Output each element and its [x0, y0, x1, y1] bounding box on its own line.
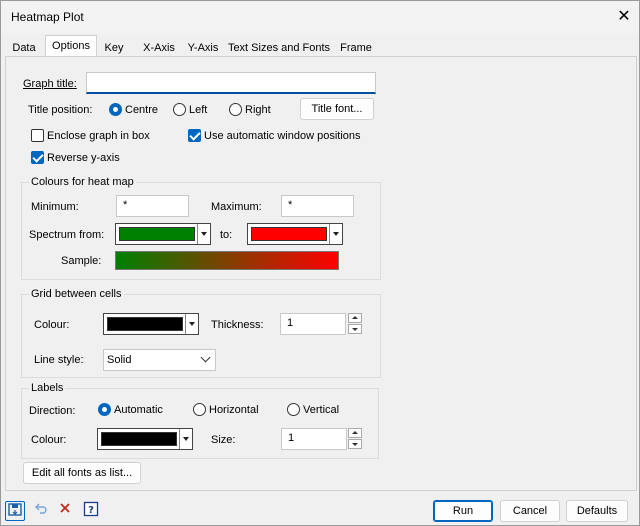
spectrum-to-label: to: [220, 229, 233, 241]
spin-down-icon[interactable] [348, 439, 362, 449]
svg-text:?: ? [88, 505, 94, 516]
direction-vertical-radio[interactable] [287, 403, 300, 416]
tab-frame[interactable]: Frame [337, 38, 375, 57]
auto-window-checkbox[interactable] [188, 129, 201, 142]
reverse-y-label: Reverse y-axis [47, 152, 120, 164]
enclose-graph-label: Enclose graph in box [47, 130, 150, 142]
size-input[interactable]: 1 [281, 428, 347, 450]
direction-horizontal-label: Horizontal [209, 404, 259, 416]
minimum-input[interactable]: * [116, 195, 189, 217]
auto-window-label: Use automatic window positions [204, 130, 361, 142]
defaults-button[interactable]: Defaults [566, 500, 628, 522]
edit-all-fonts-button[interactable]: Edit all fonts as list... [23, 462, 141, 484]
spectrum-to-picker[interactable] [247, 223, 343, 245]
clear-icon[interactable] [55, 501, 75, 521]
chevron-down-icon[interactable] [185, 314, 198, 334]
position-left-label: Left [189, 104, 208, 116]
enclose-graph-checkbox[interactable] [31, 129, 44, 142]
grid-colour-picker[interactable] [103, 313, 199, 335]
dialog-window: Heatmap Plot ✕ Data Options Key X-Axis Y… [0, 0, 640, 526]
tab-y-axis[interactable]: Y-Axis [183, 38, 223, 57]
window-title: Heatmap Plot [11, 10, 84, 24]
maximum-input[interactable]: * [281, 195, 354, 217]
grid-colour-label: Colour: [34, 319, 70, 331]
line-style-value: Solid [107, 354, 132, 366]
line-style-label: Line style: [34, 354, 84, 366]
spectrum-from-label: Spectrum from: [29, 229, 105, 241]
tab-options[interactable]: Options [45, 35, 97, 57]
spectrum-from-swatch [119, 227, 195, 241]
title-font-button[interactable]: Title font... [300, 98, 374, 120]
direction-label: Direction: [29, 405, 76, 417]
spin-down-icon[interactable] [348, 324, 362, 334]
spin-up-icon[interactable] [348, 313, 362, 323]
tab-x-axis[interactable]: X-Axis [139, 38, 179, 57]
thickness-input[interactable]: 1 [280, 313, 346, 335]
spectrum-to-swatch [251, 227, 327, 241]
size-spinner[interactable] [348, 428, 362, 450]
cancel-button[interactable]: Cancel [500, 500, 560, 522]
position-right-radio[interactable] [229, 103, 242, 116]
chevron-down-icon[interactable] [197, 224, 210, 244]
labels-group-title: Labels [29, 382, 66, 394]
direction-automatic-radio[interactable] [98, 403, 111, 416]
direction-vertical-label: Vertical [303, 404, 340, 416]
thickness-label: Thickness: [211, 319, 264, 331]
grid-group-title: Grid between cells [29, 288, 124, 300]
grid-colour-swatch [107, 317, 183, 331]
undo-icon[interactable] [31, 501, 51, 521]
sample-label: Sample: [61, 255, 102, 267]
tab-strip: Data Options Key X-Axis Y-Axis Text Size… [1, 35, 640, 57]
tab-text-sizes-fonts[interactable]: Text Sizes and Fonts [225, 38, 333, 57]
spin-up-icon[interactable] [348, 428, 362, 438]
title-position-label: Title position: [28, 104, 93, 116]
run-button[interactable]: Run [433, 500, 493, 522]
position-centre-label: Centre [125, 104, 159, 116]
chevron-down-icon [200, 352, 211, 363]
position-centre-radio[interactable] [109, 103, 122, 116]
position-left-radio[interactable] [173, 103, 186, 116]
title-bar: Heatmap Plot ✕ [1, 1, 639, 33]
size-label: Size: [211, 434, 236, 446]
spectrum-from-picker[interactable] [115, 223, 211, 245]
chevron-down-icon[interactable] [179, 429, 192, 449]
direction-automatic-label: Automatic [114, 404, 163, 416]
labels-colour-swatch [101, 432, 177, 446]
maximum-label: Maximum: [211, 201, 262, 213]
chevron-down-icon[interactable] [329, 224, 342, 244]
direction-horizontal-radio[interactable] [193, 403, 206, 416]
tab-data[interactable]: Data [5, 38, 43, 57]
graph-title-input[interactable] [86, 72, 376, 94]
tab-key[interactable]: Key [99, 38, 129, 57]
minimum-label: Minimum: [31, 201, 79, 213]
reverse-y-checkbox[interactable] [31, 151, 44, 164]
position-right-label: Right [245, 104, 271, 116]
save-defaults-icon[interactable] [5, 501, 25, 521]
thickness-spinner[interactable] [348, 313, 362, 335]
colours-group-title: Colours for heat map [29, 176, 136, 188]
line-style-select[interactable]: Solid [103, 349, 216, 371]
labels-colour-picker[interactable] [97, 428, 193, 450]
labels-colour-label: Colour: [31, 434, 67, 446]
close-icon[interactable]: ✕ [613, 7, 635, 27]
sample-gradient-bar [115, 251, 339, 270]
help-icon[interactable]: ? [81, 501, 101, 521]
graph-title-label: Graph title: [23, 78, 77, 90]
